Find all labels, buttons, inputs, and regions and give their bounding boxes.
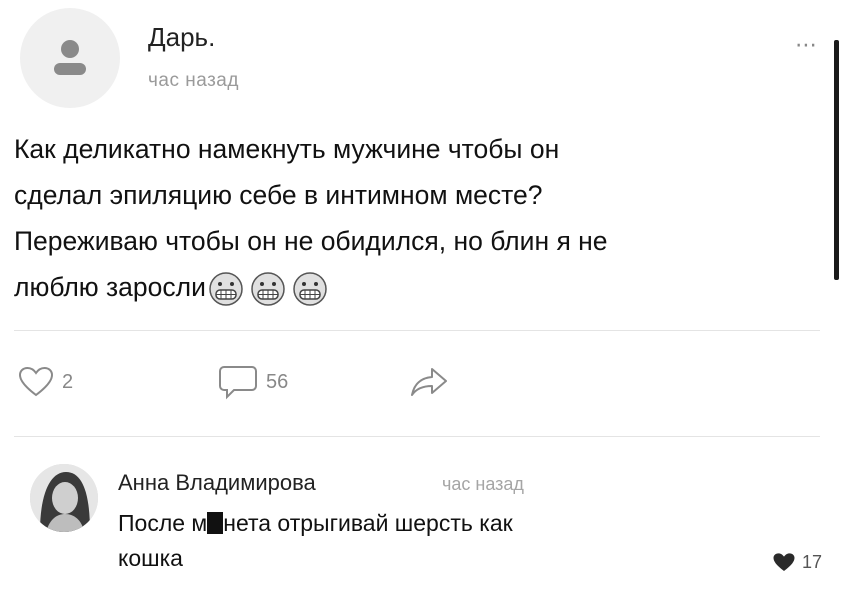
default-user-icon <box>54 40 86 75</box>
censor-bar <box>207 512 224 534</box>
commenter-avatar[interactable] <box>30 464 98 532</box>
post-text: Как деликатно намекнуть мужчине чтобы он… <box>14 126 824 310</box>
post-actions: 2 56 <box>18 362 618 402</box>
like-count: 2 <box>62 370 74 393</box>
comment-button[interactable]: 56 <box>218 362 288 402</box>
heart-filled-icon <box>773 553 795 572</box>
comment-text-line: кошка <box>118 545 183 571</box>
post-text-line: сделал эпиляцию себе в интимном месте? <box>14 180 543 210</box>
divider <box>14 436 820 437</box>
post-text-line: Как деликатно намекнуть мужчине чтобы он <box>14 134 560 164</box>
more-options-icon[interactable]: ⋯ <box>795 34 818 56</box>
share-button[interactable] <box>410 362 450 402</box>
divider <box>14 330 820 331</box>
emoji-row <box>208 271 328 307</box>
comment-time: час назад <box>442 474 524 494</box>
commenter-name[interactable]: Анна Владимирова <box>118 470 316 496</box>
comment-text-part: После м <box>118 510 208 536</box>
comment-text: После м нета отрыгивай шерсть как кошка <box>118 506 718 576</box>
share-arrow-icon <box>411 368 447 396</box>
post-header: Дарь. час назад ⋯ <box>20 8 820 108</box>
post-time: час назад <box>148 70 239 91</box>
scrollbar-thumb[interactable] <box>834 40 839 280</box>
author-avatar[interactable] <box>20 8 120 108</box>
author-name[interactable]: Дарь. <box>148 22 215 53</box>
comment-text-part: нета отрыгивай шерсть как <box>223 510 513 536</box>
heart-outline-icon <box>18 366 54 397</box>
comment-like-count: 17 <box>801 552 822 572</box>
grimacing-face-icon <box>251 272 285 306</box>
comment-count: 56 <box>266 370 289 393</box>
post-text-line: люблю заросли <box>14 272 206 302</box>
commenter-photo-icon <box>30 464 98 532</box>
post-text-line: Переживаю чтобы он не обидился, но блин … <box>14 226 608 256</box>
grimacing-face-icon <box>209 272 243 306</box>
comment-like-button[interactable]: 17 <box>772 552 822 573</box>
comment-item: Анна Владимирова час назад После м нета о… <box>30 460 830 590</box>
comment-bubble-icon <box>219 366 257 400</box>
like-button[interactable]: 2 <box>18 362 73 402</box>
grimacing-face-icon <box>293 272 327 306</box>
